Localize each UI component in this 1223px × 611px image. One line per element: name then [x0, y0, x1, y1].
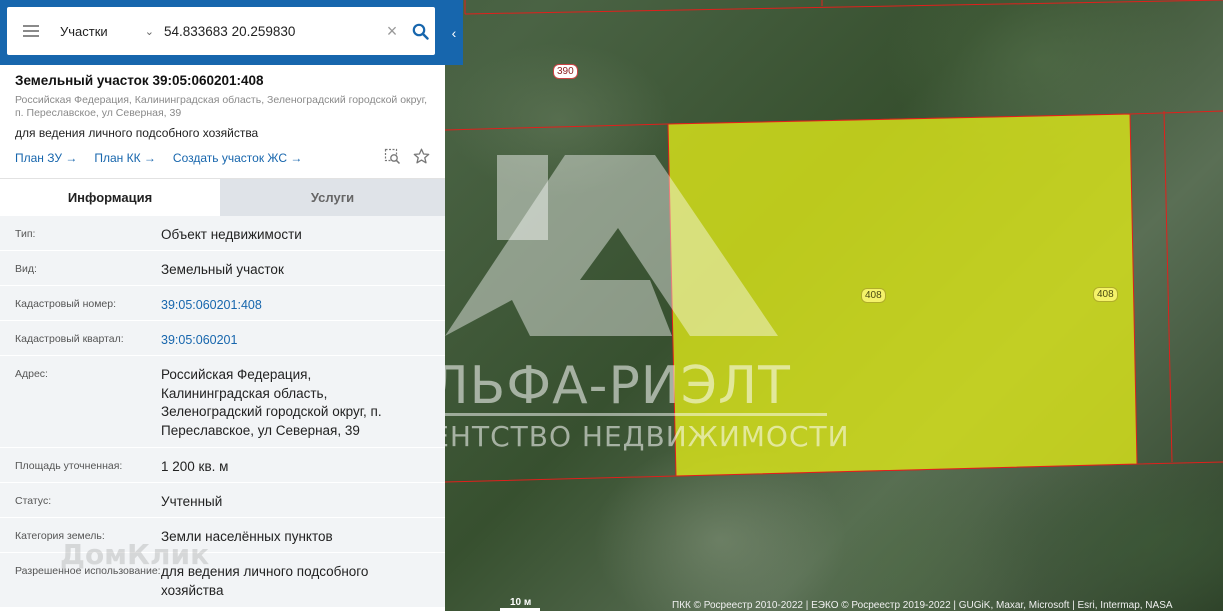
cadastral-number-link[interactable]: 39:05:060201:408	[161, 286, 445, 320]
parcel-label-390[interactable]: 390	[553, 64, 578, 79]
scale-label: 10 м	[510, 597, 532, 608]
table-row: Статус: Учтенный	[0, 483, 445, 518]
chevron-down-icon: ⌄	[144, 25, 154, 38]
map-attribution: ПКК © Росреестр 2010-2022 | ЕЭКО © Росре…	[672, 600, 1173, 611]
header-actions	[384, 148, 430, 168]
row-value: 1 200 кв. м	[161, 459, 229, 474]
table-row: Адрес: Российская Федерация, Калининград…	[0, 356, 445, 448]
domclick-watermark: ДомКлик	[60, 538, 210, 571]
tab-bar: Информация Услуги	[0, 178, 445, 216]
tab-services[interactable]: Услуги	[220, 179, 445, 216]
search-input[interactable]	[160, 23, 379, 39]
row-value: Объект недвижимости	[161, 227, 302, 242]
plan-zu-link[interactable]: План ЗУ →	[15, 151, 77, 165]
row-value: Учтенный	[161, 494, 223, 509]
table-row: Тип: Объект недвижимости	[0, 216, 445, 251]
row-label: Статус:	[15, 495, 52, 507]
watermark-title: АЛЬФА-РИЭЛТ	[393, 356, 791, 416]
table-row: Площадь уточненная: 1 200 кв. м	[0, 448, 445, 483]
collapse-panel-button[interactable]: ‹	[445, 0, 463, 65]
layer-select[interactable]: Участки ⌄	[55, 24, 160, 39]
row-label: Кадастровый квартал:	[15, 333, 124, 345]
chevron-left-icon: ‹	[451, 24, 457, 41]
object-header: Земельный участок 39:05:060201:408 Росси…	[0, 65, 445, 168]
watermark-divider	[393, 413, 827, 416]
tab-information[interactable]: Информация	[0, 179, 220, 216]
info-panel: Участки ⌄ × Земельный участок 39:05:0602…	[0, 0, 445, 611]
cadastral-quarter-link[interactable]: 39:05:060201	[161, 321, 445, 355]
object-address: Российская Федерация, Калининградская об…	[15, 94, 428, 119]
table-row: Кадастровый квартал: 39:05:060201	[0, 321, 445, 356]
row-label: Площадь уточненная:	[15, 460, 123, 472]
parcel-label-408-secondary[interactable]: 408	[1093, 287, 1118, 302]
object-title: Земельный участок 39:05:060201:408	[15, 73, 264, 88]
create-parcel-link[interactable]: Создать участок ЖС →	[173, 151, 302, 165]
row-label: Вид:	[15, 263, 37, 275]
parcel-label-408[interactable]: 408	[861, 288, 886, 303]
table-row: Кадастровый номер: 39:05:060201:408	[0, 286, 445, 321]
object-purpose: для ведения личного подсобного хозяйства	[15, 126, 259, 140]
zoom-to-object-icon[interactable]	[384, 148, 401, 168]
search-icon[interactable]	[405, 23, 435, 40]
search-bar: Участки ⌄ ×	[7, 7, 435, 55]
row-label: Тип:	[15, 228, 36, 240]
table-row: Вид: Земельный участок	[0, 251, 445, 286]
plan-kk-link[interactable]: План КК →	[94, 151, 156, 165]
layer-select-label: Участки	[60, 23, 108, 39]
star-icon[interactable]	[413, 148, 430, 168]
watermark-subtitle: АГЕНТСТВО НЕДВИЖИМОСТИ	[393, 420, 850, 453]
search-header: Участки ⌄ ×	[0, 0, 445, 65]
object-links: План ЗУ → План КК → Создать участок ЖС →	[15, 148, 430, 168]
clear-icon[interactable]: ×	[379, 21, 405, 42]
row-label: Кадастровый номер:	[15, 298, 117, 310]
row-label: Адрес:	[15, 368, 48, 380]
row-value: Земельный участок	[161, 262, 284, 277]
row-value: Российская Федерация, Калининградская об…	[161, 367, 382, 438]
menu-icon[interactable]	[7, 7, 55, 55]
